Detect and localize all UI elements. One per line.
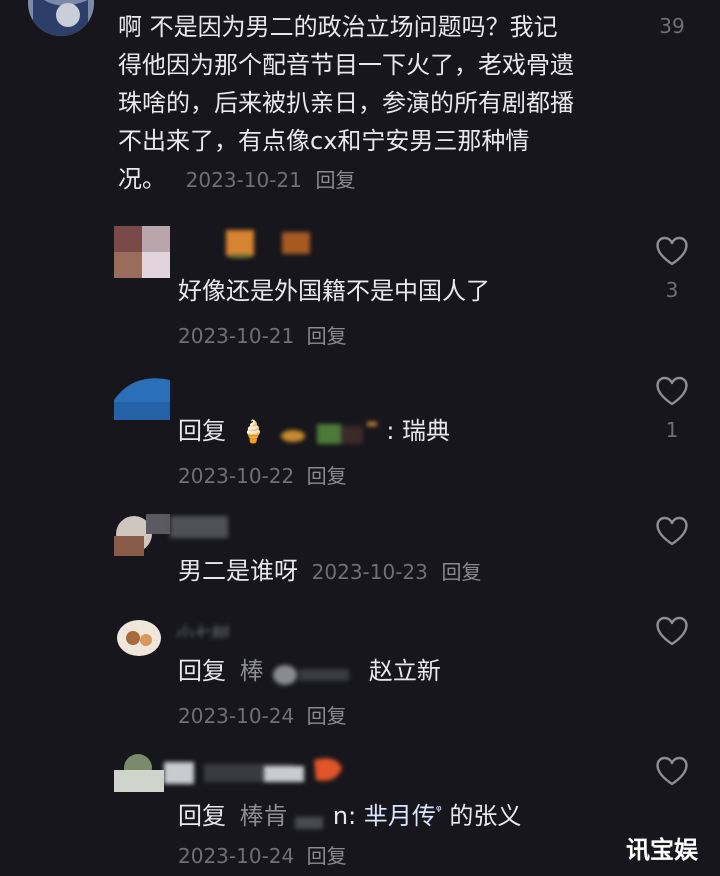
avatar-image [114, 372, 170, 420]
reply-prefix: 回复 [178, 657, 226, 685]
comment-date: 2023-10-24 [178, 844, 295, 868]
avatar[interactable] [114, 372, 170, 420]
avatar[interactable] [28, 0, 94, 36]
comment-date: 2023-10-22 [178, 464, 295, 488]
avatar[interactable] [116, 620, 162, 658]
avatar[interactable] [114, 226, 170, 278]
comment-date: 2023-10-21 [185, 168, 302, 192]
reply-suffix: 赵立新 [368, 657, 441, 685]
username[interactable] [226, 228, 316, 258]
search-icon: ᵠ [435, 803, 442, 819]
like-count: 1 [665, 418, 679, 442]
mention-tail: n: [332, 802, 357, 830]
username[interactable] [170, 516, 230, 538]
avatar-image [116, 620, 162, 658]
like-button[interactable] [655, 616, 689, 650]
mention-username[interactable] [279, 419, 379, 445]
mention-username[interactable]: 棒肯 [240, 802, 333, 830]
reply-button[interactable]: 回复 [316, 168, 356, 192]
comment-date: 2023-10-23 [311, 560, 428, 584]
username[interactable] [164, 756, 354, 786]
comment-text: 啊 不是因为男二的政治立场问题吗？我记 得他因为那个配音节目一下火了，老戏骨遗 … [118, 13, 574, 193]
reply-button[interactable]: 回复 [307, 464, 347, 488]
avatar-image [114, 752, 164, 792]
mention-username[interactable]: 棒 [240, 657, 369, 685]
reply-button[interactable]: 回复 [307, 844, 347, 868]
reply-button[interactable]: 回复 [442, 560, 482, 584]
search-link[interactable]: 芈月传ᵠ [364, 802, 449, 830]
like-button[interactable] [655, 376, 689, 410]
avatar-image [28, 0, 94, 36]
heart-outline-icon [656, 236, 688, 266]
like-count: 39 [659, 14, 685, 38]
reply-button[interactable]: 回复 [307, 704, 347, 728]
reply-suffix: : 瑞典 [386, 417, 451, 445]
like-button[interactable] [655, 516, 689, 550]
emoji-icon: 🍦 [239, 420, 268, 445]
heart-outline-icon [656, 756, 688, 786]
heart-outline-icon [656, 616, 688, 646]
comment-date: 2023-10-24 [178, 704, 295, 728]
comment-text: 男二是谁呀 [178, 557, 298, 585]
like-count: 3 [665, 278, 679, 302]
reply-prefix: 回复 [178, 417, 226, 445]
avatar[interactable] [114, 752, 164, 792]
avatar-image [114, 514, 170, 556]
avatar[interactable] [114, 514, 170, 556]
reply-prefix: 回复 [178, 802, 226, 830]
reply-suffix: 的张义 [449, 802, 522, 830]
like-button[interactable] [655, 236, 689, 270]
reply-button[interactable]: 回复 [307, 324, 347, 348]
heart-outline-icon [656, 376, 688, 406]
like-button[interactable] [655, 756, 689, 790]
heart-outline-icon [656, 516, 688, 546]
watermark: 讯宝娱 [626, 836, 698, 864]
username[interactable]: 小七树 [176, 620, 230, 638]
comment-text: 好像还是外国籍不是中国人了 [178, 277, 490, 305]
comment-date: 2023-10-21 [178, 324, 295, 348]
avatar-image [114, 226, 170, 278]
